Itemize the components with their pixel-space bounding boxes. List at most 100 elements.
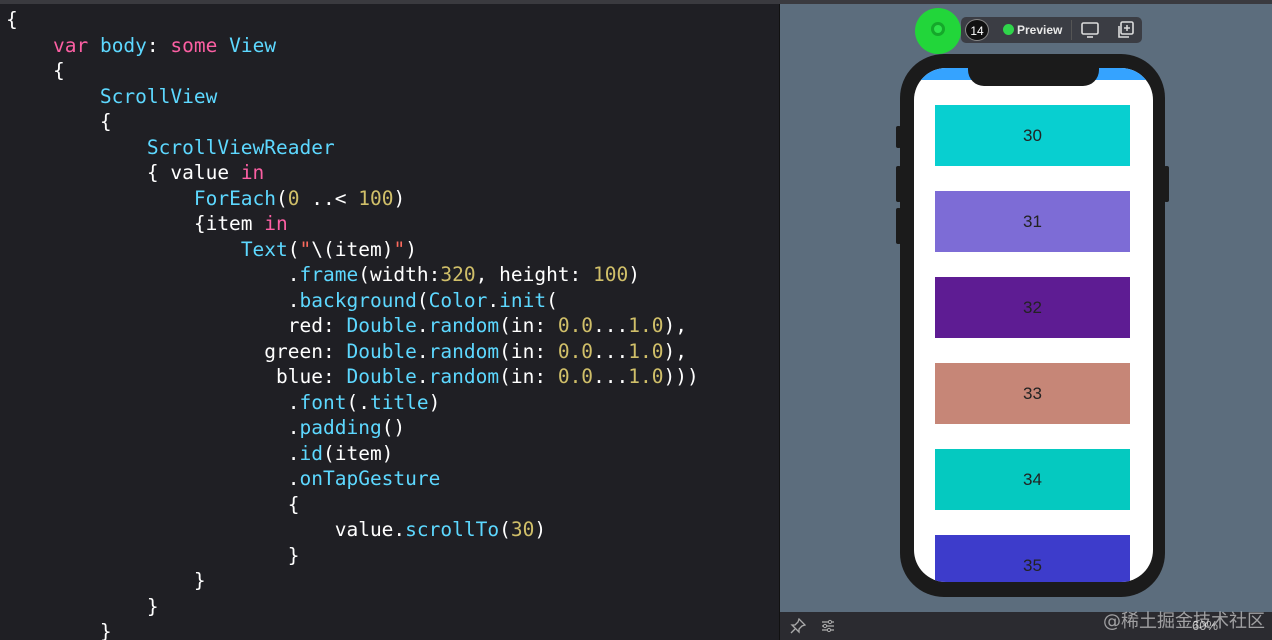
code-line[interactable]: blue: Double.random(in: 0.0...1.0))) [6,364,699,389]
code-line[interactable]: green: Double.random(in: 0.0...1.0), [6,339,687,364]
scroll-row-33[interactable]: 33 [935,363,1130,424]
code-line[interactable]: red: Double.random(in: 0.0...1.0), [6,313,687,338]
code-token: (in: [499,314,558,337]
code-line[interactable]: value.scrollTo(30) [6,517,546,542]
code-token: var [52,33,89,57]
code-token: (item) [322,441,394,465]
code-line[interactable]: {item in [6,211,288,236]
code-token: ( [499,518,511,541]
code-line[interactable]: .onTapGesture [6,466,441,491]
code-line[interactable]: Text("\(item)") [6,237,417,262]
code-token: frame [299,263,359,286]
code-line[interactable]: ForEach(0 ..< 100) [6,186,405,211]
code-token: Color [428,288,488,312]
code-token: in [240,161,265,184]
watermark-text: @稀土掘金技术社区 [1103,611,1265,632]
code-token: ( [287,237,300,261]
scroll-row-35[interactable]: 35 [935,535,1130,582]
code-token: scrollTo [405,518,500,541]
code-token: . [416,339,429,363]
pin-icon[interactable] [790,617,807,634]
code-line[interactable]: .id(item) [6,441,394,466]
code-token: . [6,416,300,439]
code-line[interactable]: ScrollViewReader [6,135,335,160]
code-token: ), [663,314,688,337]
code-token: " [393,237,406,261]
code-token: 100 [593,263,629,286]
code-line[interactable]: var body: some View [6,33,276,58]
scroll-row-34[interactable]: 34 [935,449,1130,510]
code-token: ))) [663,365,699,388]
code-line[interactable]: } [6,568,206,593]
code-line[interactable]: { [6,7,18,32]
code-token: ) [534,518,547,541]
code-line[interactable]: .font(.title) [6,390,441,415]
code-token: (in: [499,339,558,363]
code-token: {item [6,212,265,235]
code-token: } [6,620,112,640]
code-token: random [428,314,500,337]
code-token: green: [6,339,347,363]
code-token: } [6,569,206,592]
code-line[interactable]: { [6,492,300,517]
code-line[interactable]: .background(Color.init( [6,288,558,313]
code-token: ) [393,186,406,210]
code-token: . [6,467,300,490]
code-line[interactable]: { [6,58,65,83]
code-token: blue: [6,365,347,388]
code-token: value. [6,518,406,541]
side-button [1164,166,1169,202]
code-token: . [416,314,429,337]
code-token: 0.0 [557,314,594,337]
code-editor[interactable]: { var body: some View { ScrollView { Scr… [0,4,779,640]
code-line[interactable]: } [6,619,112,640]
code-token: { value [6,161,241,184]
code-line[interactable]: ScrollView [6,84,217,109]
code-token: ( [416,288,429,312]
code-token: . [487,288,500,312]
code-token: Text [240,237,288,261]
code-token: : [146,33,171,57]
code-line[interactable]: .padding() [6,415,405,440]
code-line[interactable]: } [6,594,159,619]
code-token: () [381,416,406,439]
code-line[interactable]: .frame(width:320, height: 100) [6,262,640,287]
device-settings-icon[interactable] [1080,20,1100,40]
code-token: . [416,365,429,388]
preview-label[interactable]: Preview [1017,20,1062,40]
code-token: ..< [299,186,359,210]
scroll-row-32[interactable]: 32 [935,277,1130,338]
code-token: 1.0 [628,365,664,388]
code-token: init [499,288,547,312]
volume-down-button [896,208,901,244]
scroll-row-31[interactable]: 31 [935,191,1130,252]
code-token: ScrollView [99,84,218,108]
duplicate-preview-icon[interactable] [1115,20,1135,40]
device-screen[interactable]: 30 31 32 33 34 35 [914,68,1153,582]
code-line[interactable]: { value in [6,160,264,185]
code-token: \(item) [311,237,394,261]
code-line[interactable]: { [6,109,112,134]
code-token: Double [346,339,417,363]
code-token: ... [593,339,629,363]
code-token: ( [546,288,558,312]
code-token: " [299,237,312,261]
code-token: ) [628,263,641,286]
code-token: 0 [287,186,300,210]
code-token: Double [346,365,417,388]
version-badge[interactable]: 14 [965,19,989,41]
sliders-icon[interactable] [820,618,836,634]
code-line[interactable]: } [6,543,300,568]
toolbar-divider [1071,20,1072,40]
code-token: (in: [499,365,558,388]
code-token: . [6,390,300,414]
volume-up-button [896,166,901,202]
code-token: ), [663,339,688,363]
code-token: random [428,339,500,363]
scroll-row-30[interactable]: 30 [935,105,1130,166]
